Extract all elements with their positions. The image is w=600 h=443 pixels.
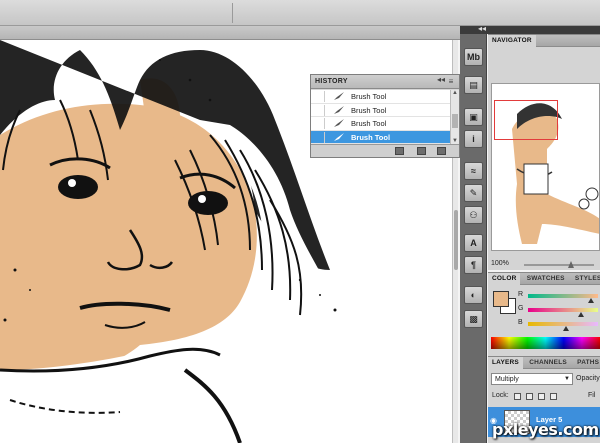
document-tab-strip: [0, 26, 460, 40]
history-state-marker-icon[interactable]: [313, 131, 325, 143]
tab-channels[interactable]: CHANNELS: [525, 357, 571, 369]
slider-knob[interactable]: [578, 312, 584, 317]
navigator-tabs: NAVIGATOR: [488, 35, 600, 47]
chevron-down-icon: ▼: [564, 376, 570, 382]
history-snapshot-checkbox[interactable]: [313, 118, 325, 129]
history-panel: HISTORY ◂◂ ≡ Brush Tool Brush Tool Brush…: [310, 74, 460, 158]
watermark-logo: pxleyes.com: [492, 420, 599, 439]
navigator-panel: NAVIGATOR 100%: [488, 34, 600, 270]
dock-collapse-bar[interactable]: ◂◂: [460, 24, 600, 34]
history-panel-header[interactable]: HISTORY ◂◂ ≡: [311, 75, 459, 89]
green-gradient[interactable]: [528, 308, 598, 312]
green-channel-slider[interactable]: G: [518, 305, 598, 319]
color-panel: COLOR SWATCHES STYLES R G B: [488, 272, 600, 356]
paragraph-icon[interactable]: ¶: [464, 256, 483, 274]
history-item-label: Brush Tool: [351, 132, 391, 142]
history-list: Brush Tool Brush Tool Brush Tool Brush T…: [311, 90, 451, 144]
character-icon[interactable]: A: [464, 234, 483, 252]
new-document-from-state-icon[interactable]: [395, 147, 404, 155]
blue-channel-slider[interactable]: B: [518, 319, 598, 333]
red-gradient[interactable]: [528, 294, 598, 298]
lock-image-icon[interactable]: [526, 393, 533, 400]
opacity-label: Opacity: [576, 375, 600, 382]
tab-navigator[interactable]: NAVIGATOR: [488, 35, 536, 47]
channel-label-r: R: [518, 291, 524, 298]
history-item-label: Brush Tool: [351, 105, 387, 115]
lock-all-icon[interactable]: [550, 393, 557, 400]
history-panel-title: HISTORY: [315, 78, 348, 85]
collapse-icon[interactable]: ◂◂: [437, 75, 445, 84]
scroll-up-icon[interactable]: ▲: [452, 90, 458, 96]
lock-label: Lock:: [492, 392, 509, 399]
history-snapshot-checkbox[interactable]: [313, 91, 325, 102]
channel-label-g: G: [518, 305, 524, 312]
zoom-slider[interactable]: [524, 264, 594, 266]
color-tabs: COLOR SWATCHES STYLES: [488, 273, 600, 285]
history-item-label: Brush Tool: [351, 119, 387, 128]
blend-mode-select[interactable]: Multiply ▼: [491, 373, 573, 385]
lock-transparent-icon[interactable]: [514, 393, 521, 400]
navigator-view-box[interactable]: [494, 100, 558, 140]
tool-presets-icon[interactable]: ◐: [464, 286, 483, 304]
new-snapshot-icon[interactable]: [417, 147, 426, 155]
tab-styles[interactable]: STYLES: [571, 273, 600, 285]
zoom-level[interactable]: 100%: [491, 260, 509, 267]
masks-icon[interactable]: ▩: [464, 310, 483, 328]
slider-knob[interactable]: [588, 298, 594, 303]
panel-menu-icon[interactable]: ≡: [445, 76, 457, 87]
brush-icon: [334, 92, 344, 100]
navigator-thumbnail[interactable]: [491, 83, 600, 251]
tab-color[interactable]: COLOR: [488, 273, 521, 285]
history-item[interactable]: Brush Tool: [311, 104, 451, 117]
history-item-label: Brush Tool: [351, 92, 387, 101]
mini-bridge-icon[interactable]: Mb: [464, 48, 483, 66]
history-footer: [311, 144, 459, 157]
navigator-icon[interactable]: ▣: [464, 108, 483, 126]
layers-tabs: LAYERS CHANNELS PATHS: [488, 357, 600, 369]
history-item[interactable]: Brush Tool: [311, 90, 451, 104]
history-scrollbar[interactable]: ▲ ▼: [450, 90, 459, 144]
red-channel-slider[interactable]: R: [518, 291, 598, 305]
history-icon[interactable]: ▤: [464, 76, 483, 94]
history-item-selected[interactable]: Brush Tool: [311, 130, 451, 144]
color-spectrum-bar[interactable]: [491, 337, 600, 349]
scrollbar-thumb[interactable]: [454, 210, 458, 270]
options-bar: [0, 0, 600, 26]
channel-label-b: B: [518, 319, 523, 326]
brush-icon: [334, 105, 344, 114]
slider-knob[interactable]: [563, 326, 569, 331]
lock-position-icon[interactable]: [538, 393, 545, 400]
blue-gradient[interactable]: [528, 322, 598, 326]
clone-source-icon[interactable]: ⚇: [464, 206, 483, 224]
panel-icon-strip: Mb ▤ ▣ i ≈ ✎ ⚇ A ¶ ◐ ▩: [460, 34, 487, 443]
tab-paths[interactable]: PATHS: [573, 357, 600, 369]
history-snapshot-checkbox[interactable]: [313, 104, 325, 116]
fill-label: Fil: [588, 392, 596, 399]
info-icon[interactable]: i: [464, 130, 483, 148]
blend-mode-value: Multiply: [495, 376, 519, 383]
tab-layers[interactable]: LAYERS: [488, 357, 523, 369]
history-item[interactable]: Brush Tool: [311, 117, 451, 131]
collapse-icon[interactable]: ◂◂: [478, 24, 486, 33]
brush-icon: [334, 119, 344, 127]
brush-presets-icon[interactable]: ✎: [464, 184, 483, 202]
brush-icon: [334, 132, 344, 141]
tab-swatches[interactable]: SWATCHES: [523, 273, 569, 285]
adjustments-icon[interactable]: ≈: [464, 162, 483, 180]
options-separator: [232, 3, 233, 23]
trash-icon[interactable]: [437, 147, 446, 155]
scrollbar-thumb[interactable]: [452, 114, 458, 128]
foreground-color-swatch[interactable]: [493, 291, 509, 307]
